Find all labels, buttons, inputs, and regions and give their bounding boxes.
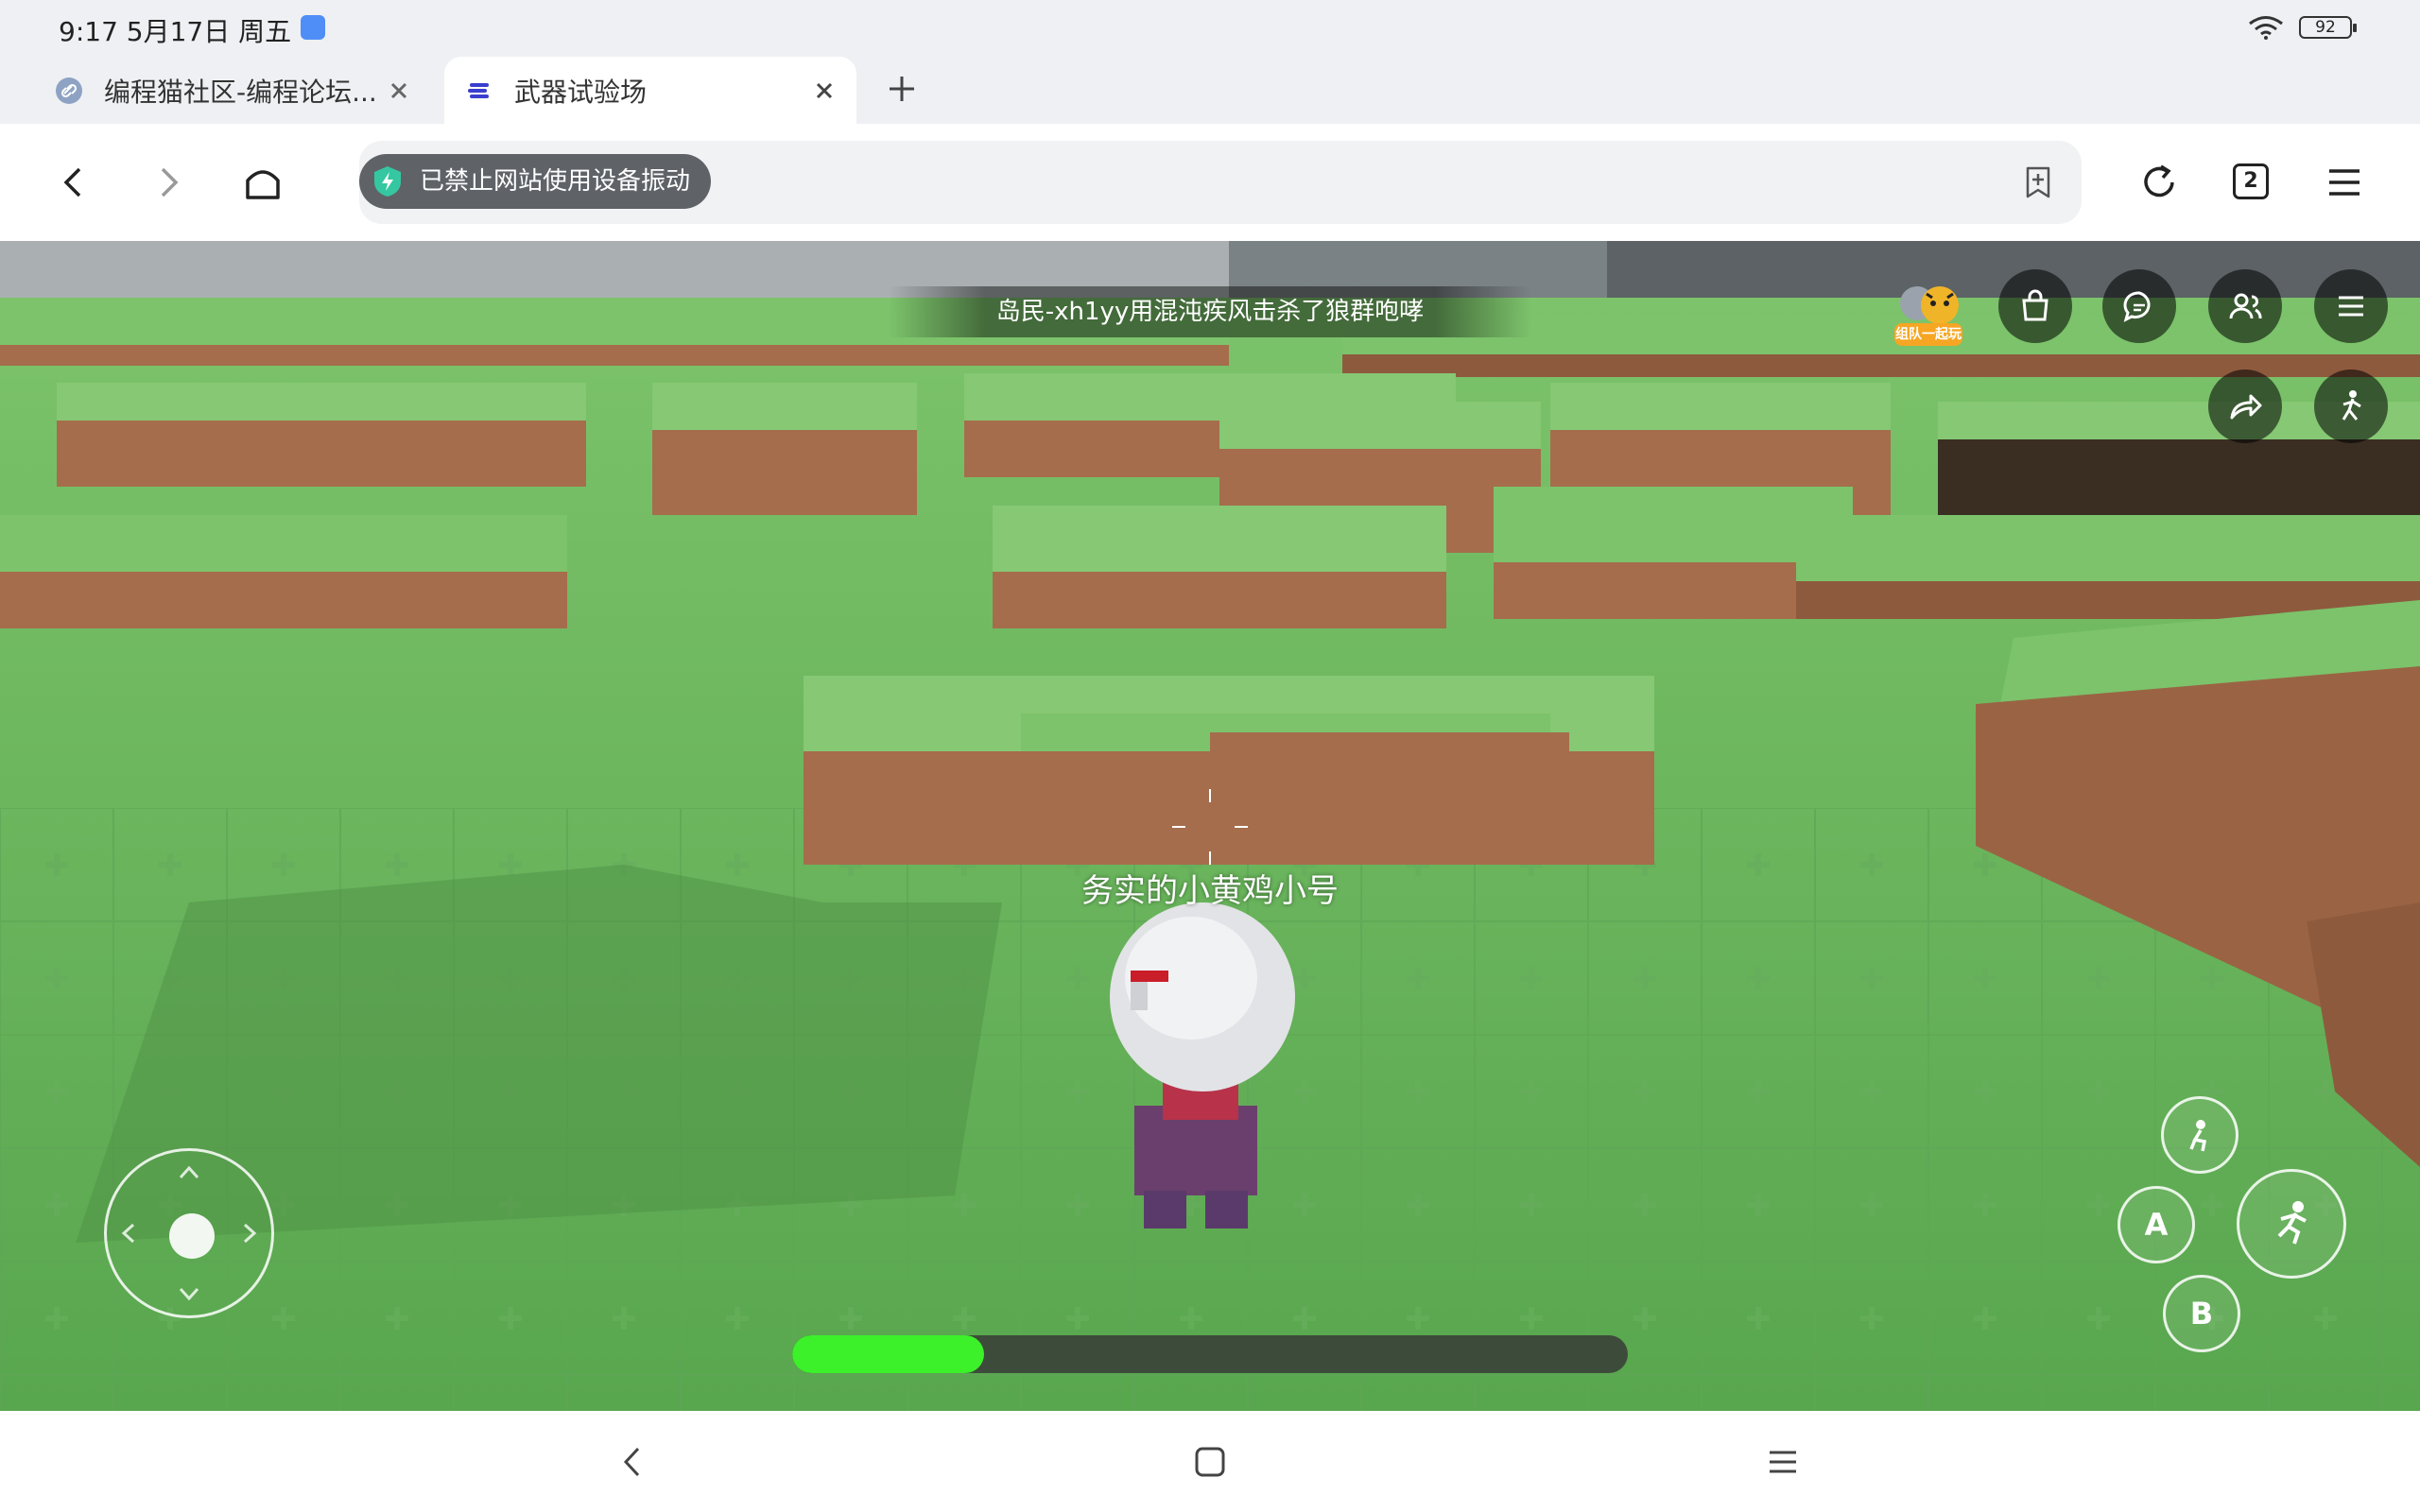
joystick-knob[interactable] [169,1213,215,1259]
game-menu-button[interactable] [2314,269,2388,343]
chat-bubble-icon [2123,291,2151,322]
crouch-button[interactable] [2161,1096,2238,1174]
friends-icon [2229,293,2262,319]
tab-label: 编程猫社区-编程论坛... [104,76,377,108]
system-home-icon[interactable] [1191,1443,1229,1481]
refresh-icon[interactable] [2138,162,2180,203]
tab-bar: 编程猫社区-编程论坛... 武器试验场 [0,53,2420,124]
status-bar: 9:17 5月17日 周五 92 [0,0,2420,53]
action-b-button[interactable]: B [2163,1275,2240,1352]
browser-toolbar: 已禁止网站使用设备振动 2 [0,124,2420,241]
tab-weapon-range[interactable]: 武器试验场 [444,57,856,124]
menu-icon[interactable] [2324,162,2365,203]
close-icon[interactable] [384,76,414,106]
tab-count-button[interactable]: 2 [2233,163,2269,199]
shopping-bag-icon [2022,289,2048,321]
action-a-button[interactable]: A [2118,1186,2195,1263]
add-bookmark-icon[interactable] [2021,165,2055,199]
forward-icon[interactable] [147,162,189,203]
voxel-scene [0,241,2420,1411]
running-figure-icon [2342,390,2361,421]
share-arrow-icon [2230,394,2262,420]
link-icon [56,77,82,104]
wifi-icon [2249,16,2283,40]
kill-feed-message: 岛民-xh1yy用混沌疾风击杀了狼群咆哮 [889,286,1531,337]
codemao-logo-icon [468,82,489,98]
chat-button[interactable] [2102,269,2176,343]
crouch-figure-icon [2189,1120,2207,1152]
tab-codemao-community[interactable]: 编程猫社区-编程论坛... [34,57,431,124]
movement-joystick[interactable] [104,1148,274,1318]
system-recents-icon[interactable] [1764,1443,1802,1481]
system-navigation-bar [0,1411,2420,1512]
player-nameplate: 务实的小黄鸡小号 [1081,872,1339,910]
health-bar [792,1335,1628,1373]
vibration-blocked-notice: 已禁止网站使用设备振动 [359,154,712,209]
jumping-figure-icon [2277,1201,2307,1245]
battery-indicator: 92 [2299,16,2357,39]
share-button[interactable] [2208,369,2282,443]
health-bar-fill [792,1335,985,1373]
jump-button[interactable] [2237,1169,2346,1279]
back-icon[interactable] [53,162,95,203]
close-icon[interactable] [809,76,839,106]
status-time: 9:17 5月17日 周五 [59,16,292,47]
system-back-icon[interactable] [614,1443,652,1481]
new-tab-plus-icon[interactable] [887,74,917,104]
emote-button[interactable] [2314,369,2388,443]
friends-button[interactable] [2208,269,2282,343]
notification-app-icon [301,15,325,40]
shop-button[interactable] [1998,269,2072,343]
notice-text: 已禁止网站使用设备振动 [420,167,691,196]
tab-label: 武器试验场 [514,76,648,108]
game-viewport[interactable]: 岛民-xh1yy用混沌疾风击杀了狼群咆哮 务实的小黄鸡小号 组队一起玩 A B [0,241,2420,1411]
home-icon[interactable] [242,162,284,203]
menu-icon [2339,296,2363,317]
screen: 9:17 5月17日 周五 92 编程猫社区-编程论坛... 武器试验场 已禁止… [0,0,2420,1512]
team-up-label: 组队一起玩 [1894,323,1962,346]
shield-bolt-icon [374,166,401,197]
